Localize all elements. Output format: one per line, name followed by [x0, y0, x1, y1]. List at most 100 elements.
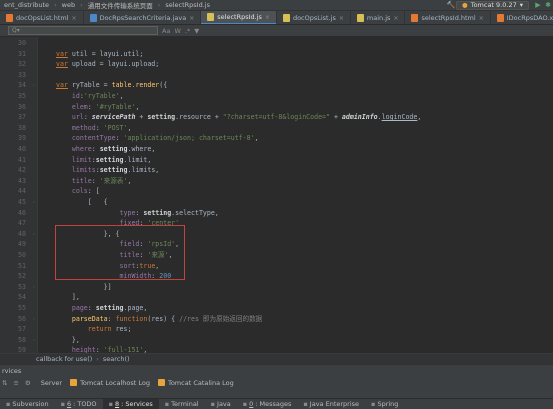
- code-line[interactable]: 41 limit:setting.limit,: [0, 155, 553, 166]
- whole-words-toggle[interactable]: W: [174, 27, 180, 35]
- close-icon[interactable]: ×: [265, 14, 270, 21]
- editor-tab[interactable]: docOpsList.html ×: [0, 11, 84, 24]
- debug-icon[interactable]: ✱: [543, 1, 553, 10]
- code-line[interactable]: 32 var upload = layui.upload;: [0, 59, 553, 70]
- search-input[interactable]: Q▾: [8, 26, 158, 35]
- line-number: 49: [18, 240, 26, 249]
- tool-window-tab[interactable]: ▪ 6: TODO: [55, 399, 103, 409]
- code-line[interactable]: 57 return res;: [0, 324, 553, 335]
- tool-window-tab[interactable]: ▪ Java Enterprise: [297, 399, 365, 409]
- code-text: [ {: [56, 198, 108, 206]
- code-line[interactable]: 44 cols: [: [0, 186, 553, 197]
- fold-marker-icon[interactable]: ◦: [31, 229, 37, 240]
- code-text: field: 'rpsId',: [119, 240, 180, 249]
- code-line[interactable]: 59 height: 'full-151',: [0, 345, 553, 353]
- fold-marker-icon[interactable]: ◦: [31, 282, 37, 293]
- breadcrumb-module[interactable]: web: [58, 1, 79, 9]
- editor-tab[interactable]: IDocRpsDAO.xml×: [491, 11, 553, 24]
- tool-window-icon: ▪: [371, 400, 376, 408]
- fold-marker-icon[interactable]: ◦: [31, 335, 37, 346]
- breadcrumb-method[interactable]: search(): [103, 355, 130, 363]
- tool-window-tab[interactable]: ▪ Subversion: [0, 399, 55, 409]
- code-line[interactable]: 37 url: servicePath + setting.resource +…: [0, 112, 553, 123]
- code-line[interactable]: 47 fixed: 'center': [0, 218, 553, 229]
- regex-toggle[interactable]: .*: [185, 27, 190, 35]
- run-configuration-select[interactable]: ● Tomcat 9.0.27 ▾: [456, 0, 529, 10]
- services-panel-title: rvices: [2, 366, 22, 375]
- code-line[interactable]: 35 id:'ryTable',: [0, 91, 553, 102]
- line-number: 45: [18, 198, 26, 206]
- service-item[interactable]: Tomcat Localhost Log: [70, 379, 150, 387]
- run-icon[interactable]: ▶: [533, 1, 543, 10]
- tool-window-tab[interactable]: ▪ Spring: [365, 399, 404, 409]
- editor-tab[interactable]: docOpsList.js ×: [277, 11, 351, 24]
- tool-window-icon: ▪: [303, 400, 308, 408]
- code-line[interactable]: 54 ],: [0, 292, 553, 303]
- code-line[interactable]: 51 sort:true,: [0, 261, 553, 272]
- code-text: title: '来源表',: [71, 176, 132, 185]
- code-line[interactable]: 38 method: 'POST',: [0, 123, 553, 134]
- settings-icon[interactable]: ⚙: [25, 379, 31, 387]
- close-icon[interactable]: ×: [72, 15, 77, 22]
- expand-icon[interactable]: ≡: [13, 379, 18, 387]
- run-configuration-label: Tomcat 9.0.27: [470, 1, 517, 9]
- code-line[interactable]: 50 title: '来源',: [0, 250, 553, 261]
- tool-window-tab[interactable]: ▪ 0: Messages: [237, 399, 298, 409]
- line-number: 53: [18, 282, 26, 291]
- code-line[interactable]: 58 ◦ },: [0, 335, 553, 346]
- collapse-icon[interactable]: ⇅: [2, 379, 7, 387]
- code-text: ],: [56, 293, 80, 302]
- fold-marker-icon[interactable]: ◦: [31, 197, 37, 208]
- code-line[interactable]: 36 elem: '#ryTable',: [0, 102, 553, 113]
- tool-window-tab[interactable]: ▪ 8: Services: [102, 399, 159, 409]
- line-number: 36: [18, 102, 26, 111]
- fold-marker-icon[interactable]: ◦: [31, 80, 37, 91]
- code-text: parseData: function(res) { //res 即为原始返回的…: [71, 314, 263, 323]
- code-line[interactable]: 56 ◦ parseData: function(res) { //res 即为原…: [0, 314, 553, 325]
- close-icon[interactable]: ×: [479, 15, 484, 22]
- code-line[interactable]: 52 minWidth: 200: [0, 271, 553, 282]
- code-editor[interactable]: 30 31 var util = layui.util; 32 var upload =…: [0, 37, 553, 353]
- breadcrumb-callback[interactable]: callback for use(): [36, 355, 92, 363]
- code-line[interactable]: 31 var util = layui.util;: [0, 49, 553, 60]
- editor-tab[interactable]: main.js ×: [351, 11, 406, 24]
- line-number: 35: [18, 92, 26, 100]
- tool-window-tab[interactable]: ▪ Terminal: [159, 399, 205, 409]
- code-line[interactable]: 33: [0, 70, 553, 81]
- service-item-label: Server: [40, 378, 63, 387]
- editor-tab[interactable]: DocRpsSearchCriteria.java ×: [84, 11, 202, 24]
- close-icon[interactable]: ×: [339, 15, 344, 22]
- breadcrumb-file[interactable]: selectRpsId.js: [161, 1, 214, 9]
- file-icon: [496, 14, 504, 22]
- code-line[interactable]: 49 field: 'rpsId',: [0, 239, 553, 250]
- tool-window-icon: ▪: [108, 400, 113, 408]
- service-item[interactable]: Tomcat Catalina Log: [157, 379, 234, 387]
- editor-tab[interactable]: selectRpsId.js ×: [201, 11, 277, 24]
- tool-window-tab[interactable]: ▪ Java: [205, 399, 237, 409]
- breadcrumb-folder[interactable]: 通用文件传输系统页面: [84, 0, 157, 10]
- close-icon[interactable]: ×: [189, 15, 194, 22]
- fold-marker-icon[interactable]: ◦: [31, 314, 37, 325]
- code-line[interactable]: 48 ◦ }, {: [0, 229, 553, 240]
- line-number: 47: [18, 219, 26, 228]
- code-line[interactable]: 39 contentType: 'application/json; chars…: [0, 133, 553, 144]
- code-line[interactable]: 55 page: setting.page,: [0, 303, 553, 314]
- filter-icon[interactable]: ▼: [194, 27, 199, 35]
- service-item[interactable]: Server: [41, 379, 62, 387]
- close-icon[interactable]: ×: [393, 15, 398, 22]
- hammer-icon[interactable]: 🔨: [446, 1, 456, 10]
- code-line[interactable]: 42 limits:setting.limits,: [0, 165, 553, 176]
- editor-tab[interactable]: selectRpsId.html ×: [405, 11, 491, 24]
- breadcrumb-project[interactable]: ent_distribute: [0, 1, 53, 9]
- code-line[interactable]: 43 title: '来源表',: [0, 176, 553, 187]
- code-line[interactable]: 40 where: setting.where,: [0, 144, 553, 155]
- code-line[interactable]: 34 ◦ var ryTable = table.render({: [0, 80, 553, 91]
- line-number: 38: [18, 123, 26, 132]
- code-text: page: setting.page,: [71, 304, 148, 312]
- file-icon: [356, 14, 364, 22]
- code-line[interactable]: 46 type: setting.selectType,: [0, 208, 553, 219]
- match-case-toggle[interactable]: Aa: [162, 27, 170, 35]
- code-line[interactable]: 53 ◦ }]: [0, 282, 553, 293]
- code-line[interactable]: 45 ◦ [ {: [0, 197, 553, 208]
- code-line[interactable]: 30: [0, 38, 553, 49]
